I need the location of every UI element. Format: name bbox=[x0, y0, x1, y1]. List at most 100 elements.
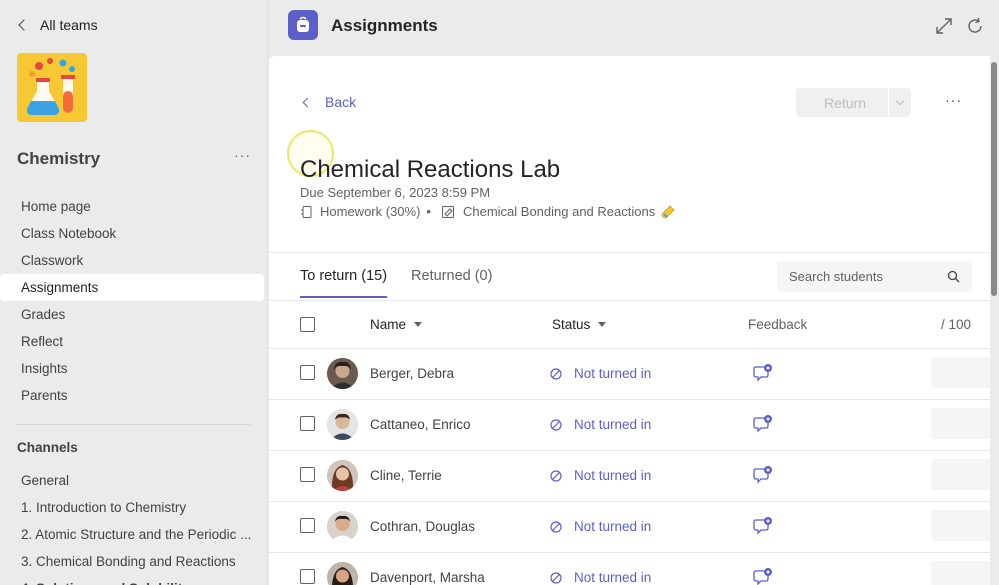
row-checkbox[interactable] bbox=[300, 365, 315, 380]
student-name[interactable]: Cothran, Douglas bbox=[370, 519, 475, 534]
not-turned-in-icon bbox=[550, 367, 562, 380]
header-divider bbox=[269, 252, 990, 253]
search-students-input[interactable]: Search students bbox=[777, 261, 972, 292]
app-header: Assignments bbox=[269, 0, 999, 55]
status-label: Not turned in bbox=[574, 366, 652, 381]
more-options-icon[interactable]: ··· bbox=[945, 92, 962, 108]
table-row: Cline, Terrie Not turned in bbox=[269, 451, 990, 502]
add-feedback-icon[interactable] bbox=[753, 516, 773, 536]
avatar bbox=[327, 511, 358, 542]
add-feedback-icon[interactable] bbox=[753, 414, 773, 434]
submission-tabs: To return (15) Returned (0) bbox=[300, 268, 492, 298]
tab-to-return[interactable]: To return (15) bbox=[300, 268, 388, 298]
channel-item[interactable]: 3. Chemical Bonding and Reactions bbox=[0, 548, 268, 575]
nav-item-grades[interactable]: Grades bbox=[0, 301, 268, 328]
assignments-app-icon bbox=[288, 10, 318, 40]
column-name-label: Name bbox=[370, 317, 407, 332]
avatar bbox=[327, 409, 358, 440]
app-title: Assignments bbox=[331, 16, 438, 35]
chemistry-flask-icon bbox=[26, 58, 75, 115]
channel-item[interactable]: 2. Atomic Structure and the Periodic ... bbox=[0, 521, 268, 548]
status-label: Not turned in bbox=[574, 417, 652, 432]
status-label: Not turned in bbox=[574, 468, 652, 483]
return-button[interactable]: Return bbox=[796, 88, 911, 117]
points-input[interactable] bbox=[931, 510, 990, 541]
row-checkbox[interactable] bbox=[300, 569, 315, 584]
all-teams-link[interactable]: All teams bbox=[18, 17, 98, 33]
assignment-title: Chemical Reactions Lab bbox=[300, 156, 561, 183]
column-points-header: / 100 bbox=[941, 317, 972, 332]
search-placeholder: Search students bbox=[789, 269, 883, 284]
team-more-options-icon[interactable]: ··· bbox=[234, 147, 251, 163]
assignment-meta: Homework (30%) • Chemical Bonding and Re… bbox=[300, 204, 675, 219]
points-input[interactable] bbox=[931, 357, 990, 388]
module-label: Chemical Bonding and Reactions bbox=[462, 204, 656, 219]
nav-item-insights[interactable]: Insights bbox=[0, 355, 268, 382]
meta-separator: • bbox=[426, 204, 431, 219]
channel-item[interactable]: 4. Solutions and Solubility bbox=[0, 575, 268, 585]
team-logo bbox=[17, 53, 87, 122]
student-name[interactable]: Cattaneo, Enrico bbox=[370, 417, 471, 432]
category-icon bbox=[301, 205, 312, 218]
student-name[interactable]: Davenport, Marsha bbox=[370, 570, 485, 585]
select-all-checkbox[interactable] bbox=[300, 317, 315, 332]
sort-down-icon bbox=[414, 322, 423, 327]
nav-item-reflect[interactable]: Reflect bbox=[0, 328, 268, 355]
nav-item-class-notebook[interactable]: Class Notebook bbox=[0, 220, 268, 247]
nav-item-home-page[interactable]: Home page bbox=[0, 193, 268, 220]
chevron-left-icon bbox=[18, 19, 30, 31]
avatar bbox=[327, 562, 358, 585]
nav-item-assignments[interactable]: Assignments bbox=[0, 274, 264, 301]
sidebar-divider bbox=[17, 424, 250, 425]
table-header: Name Status Feedback / 100 bbox=[269, 300, 990, 349]
add-feedback-icon[interactable] bbox=[753, 363, 773, 383]
expand-icon[interactable] bbox=[935, 17, 953, 35]
not-turned-in-icon bbox=[550, 520, 562, 533]
channel-item[interactable]: 1. Introduction to Chemistry bbox=[0, 494, 268, 521]
column-status-header[interactable]: Status bbox=[552, 317, 607, 332]
tab-returned[interactable]: Returned (0) bbox=[411, 268, 492, 298]
student-name[interactable]: Berger, Debra bbox=[370, 366, 454, 381]
submission-status[interactable]: Not turned in bbox=[550, 468, 651, 483]
row-checkbox[interactable] bbox=[300, 467, 315, 482]
sidebar: All teams Chemistry ··· Home page Class … bbox=[0, 0, 268, 585]
avatar bbox=[327, 358, 358, 389]
add-feedback-icon[interactable] bbox=[753, 465, 773, 485]
sort-down-icon bbox=[598, 322, 607, 327]
column-name-header[interactable]: Name bbox=[370, 317, 423, 332]
student-name[interactable]: Cline, Terrie bbox=[370, 468, 442, 483]
nav-item-classwork[interactable]: Classwork bbox=[0, 247, 268, 274]
row-checkbox[interactable] bbox=[300, 416, 315, 431]
channel-item[interactable]: General bbox=[0, 467, 268, 494]
submission-status[interactable]: Not turned in bbox=[550, 519, 651, 534]
points-input[interactable] bbox=[931, 459, 990, 490]
table-row: Davenport, Marsha Not turned in bbox=[269, 553, 990, 585]
submission-status[interactable]: Not turned in bbox=[550, 366, 651, 381]
not-turned-in-icon bbox=[550, 418, 562, 431]
channels-heading: Channels bbox=[17, 440, 78, 455]
add-feedback-icon[interactable] bbox=[753, 567, 773, 585]
not-turned-in-icon bbox=[550, 469, 562, 482]
avatar bbox=[327, 460, 358, 491]
points-input[interactable] bbox=[931, 561, 990, 585]
not-turned-in-icon bbox=[550, 571, 562, 584]
return-dropdown[interactable] bbox=[889, 96, 911, 106]
category-label: Homework (30%) bbox=[320, 204, 421, 219]
chevron-down-icon bbox=[895, 96, 905, 106]
row-checkbox[interactable] bbox=[300, 518, 315, 533]
all-teams-label: All teams bbox=[40, 17, 98, 33]
submission-status[interactable]: Not turned in bbox=[550, 570, 651, 585]
refresh-icon[interactable] bbox=[966, 17, 984, 35]
backpack-icon bbox=[297, 16, 309, 32]
assignment-detail: Back Return ··· Chemical Reactions Lab D… bbox=[269, 56, 990, 585]
team-nav: Home page Class Notebook Classwork Assig… bbox=[0, 193, 268, 409]
points-input[interactable] bbox=[931, 408, 990, 439]
channel-list: General 1. Introduction to Chemistry 2. … bbox=[0, 467, 268, 585]
main-scrollbar[interactable] bbox=[991, 62, 997, 296]
team-name: Chemistry bbox=[17, 149, 101, 168]
chevron-left-icon bbox=[302, 97, 313, 107]
submission-status[interactable]: Not turned in bbox=[550, 417, 651, 432]
back-button[interactable]: Back bbox=[302, 94, 356, 110]
nav-item-parents[interactable]: Parents bbox=[0, 382, 268, 409]
module-icon bbox=[441, 205, 454, 218]
